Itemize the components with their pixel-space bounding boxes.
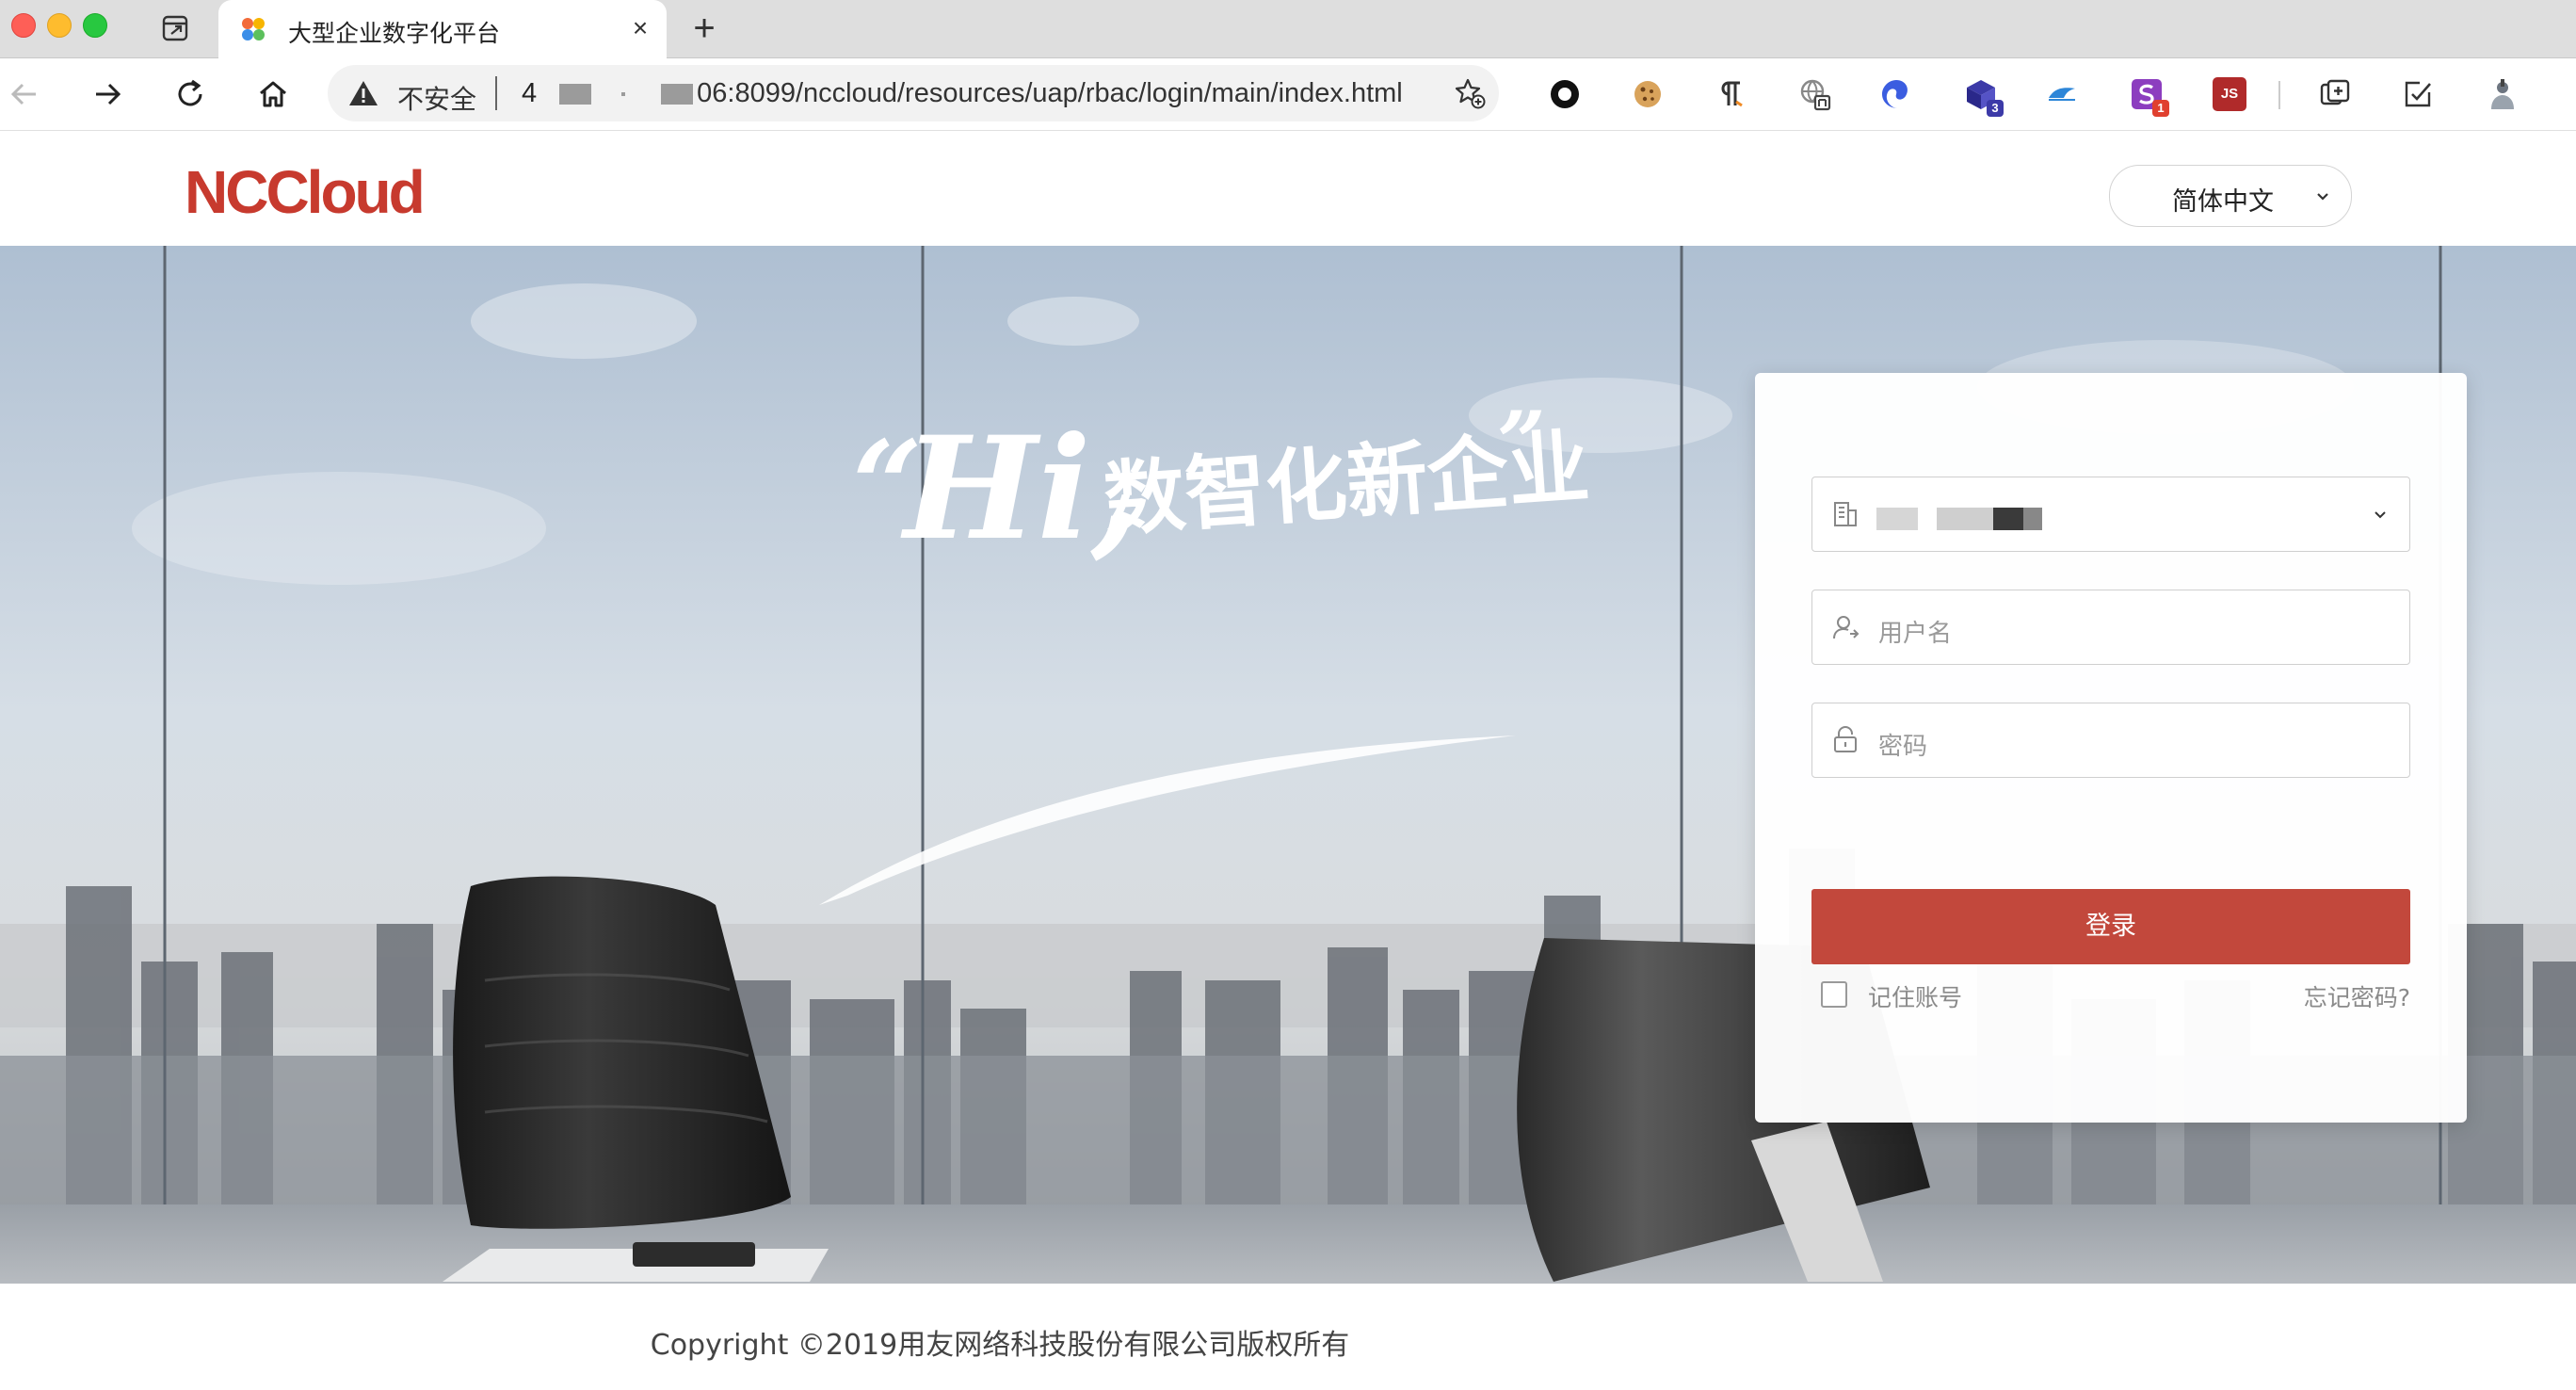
- remember-account-checkbox[interactable]: [1821, 981, 1847, 1008]
- hero-slogan-quote-close: ”: [1497, 393, 1546, 493]
- page-footer: Copyright ©2019用友网络科技股份有限公司版权所有: [0, 1284, 2576, 1390]
- language-select[interactable]: 简体中文: [2109, 165, 2352, 227]
- new-tab-button[interactable]: +: [685, 9, 723, 49]
- url-text[interactable]: 4 06:8099/nccloud/resources/uap/rbac/logi…: [522, 78, 1403, 109]
- s-extension[interactable]: 1: [2130, 77, 2169, 117]
- browser-tab-bar: 大型企业数字化平台 × +: [0, 0, 2576, 58]
- paragraph-icon[interactable]: [1714, 77, 1747, 111]
- nccloud-logo: NCCloud: [185, 158, 426, 226]
- add-favorite-icon[interactable]: [1454, 77, 1486, 109]
- tab-favicon-icon: [242, 18, 265, 40]
- forward-icon[interactable]: [89, 75, 126, 113]
- user-icon: [1833, 616, 1860, 639]
- window-minimize-button[interactable]: [47, 13, 72, 38]
- url-separator: [495, 76, 497, 110]
- forgot-password-link[interactable]: 忘记密码?: [2304, 979, 2410, 1013]
- tab-close-button[interactable]: ×: [627, 15, 653, 41]
- browser-toolbar: 不安全 4 06:8099/nccloud/resources/uap/rbac/…: [0, 58, 2576, 131]
- language-select-value: 简体中文: [2172, 187, 2274, 217]
- tab-actions-icon[interactable]: [162, 15, 188, 41]
- back-icon[interactable]: [6, 75, 43, 113]
- chevron-down-icon: [2375, 511, 2386, 519]
- bird-icon[interactable]: [2045, 77, 2079, 111]
- username-field[interactable]: 用户名: [1811, 590, 2410, 665]
- organization-redaction: [2023, 508, 2042, 530]
- warning-icon[interactable]: [348, 79, 378, 107]
- url-redaction: [559, 84, 592, 105]
- toolbar-separator: [2278, 81, 2280, 109]
- url-redaction-dot: [621, 92, 626, 97]
- cube-extension-badge: 3: [1987, 100, 2004, 117]
- remember-account-label[interactable]: 记住账号: [1868, 979, 1962, 1013]
- password-placeholder: 密码: [1878, 733, 1928, 761]
- username-placeholder: 用户名: [1878, 620, 1953, 648]
- security-label: 不安全: [397, 84, 477, 115]
- login-card: 用户名 密码 登录 记住账号 忘记密码?: [1755, 373, 2467, 1123]
- reload-icon[interactable]: [171, 75, 209, 113]
- url-path: 06:8099/nccloud/resources/uap/rbac/login…: [697, 78, 1403, 108]
- url-host-prefix: 4: [522, 78, 538, 108]
- organization-select[interactable]: [1811, 477, 2410, 552]
- collections-icon[interactable]: [2318, 77, 2352, 111]
- chevron-down-icon: [2317, 193, 2328, 201]
- login-button[interactable]: 登录: [1811, 889, 2410, 964]
- address-bar[interactable]: 不安全 4 06:8099/nccloud/resources/uap/rbac/…: [328, 65, 1499, 121]
- building-icon: [1834, 502, 1857, 526]
- browser-tab[interactable]: 大型企业数字化平台 ×: [218, 0, 667, 58]
- organization-redaction: [1876, 508, 1918, 530]
- lock-icon: [1834, 726, 1857, 752]
- page-header: NCCloud 简体中文: [0, 131, 2576, 246]
- cookie-icon[interactable]: [1631, 77, 1665, 111]
- tab-title: 大型企业数字化平台: [288, 20, 501, 47]
- organization-redaction: [1937, 508, 1993, 530]
- copyright-container: Copyright ©2019用友网络科技股份有限公司版权所有: [0, 1321, 2576, 1363]
- record-icon[interactable]: [1548, 77, 1582, 111]
- password-field[interactable]: 密码: [1811, 703, 2410, 778]
- window-close-button[interactable]: [11, 13, 36, 38]
- url-redaction: [661, 84, 694, 105]
- cube-extension[interactable]: 3: [1964, 77, 2004, 117]
- organization-redaction: [1993, 508, 2023, 530]
- edit-check-icon[interactable]: [2401, 77, 2435, 111]
- copyright-text: Copyright ©2019用友网络科技股份有限公司版权所有: [650, 1329, 1350, 1362]
- s-extension-badge: 1: [2152, 100, 2169, 117]
- js-icon[interactable]: JS: [2213, 77, 2246, 111]
- translate-icon[interactable]: [1798, 77, 1832, 111]
- profile-icon[interactable]: [2486, 77, 2520, 111]
- home-icon[interactable]: [254, 75, 292, 113]
- swirl-icon[interactable]: [1879, 77, 1913, 111]
- window-zoom-button[interactable]: [83, 13, 107, 38]
